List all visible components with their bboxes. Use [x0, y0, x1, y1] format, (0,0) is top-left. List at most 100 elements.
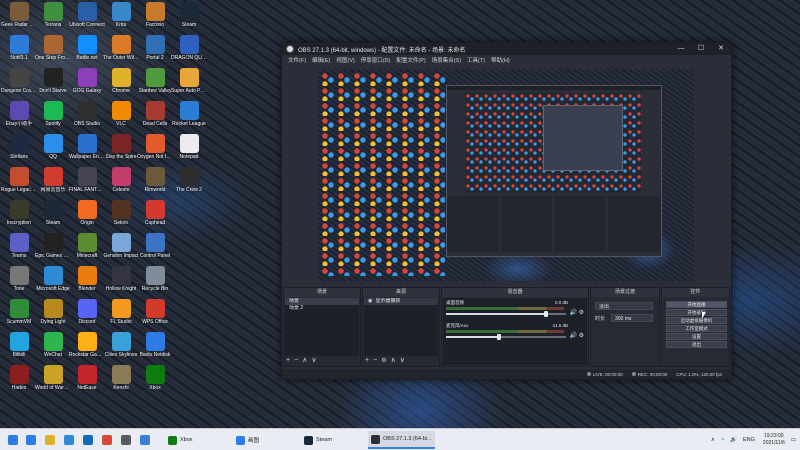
desktop-icon[interactable]: WPS Office	[138, 299, 172, 335]
volume-slider[interactable]	[446, 334, 566, 340]
desktop-icon[interactable]: Rimworld	[138, 167, 172, 203]
desktop-icon[interactable]: 网易云音乐	[36, 167, 70, 203]
desktop-icon[interactable]: Cuphead	[138, 200, 172, 236]
menu-edit[interactable]: 编辑(E)	[312, 56, 330, 64]
notification-icon[interactable]: ▭	[791, 437, 796, 443]
desktop-icon[interactable]: Dying Light	[36, 299, 70, 335]
taskbar-app-xbox[interactable]: Xbox	[168, 431, 193, 449]
desktop-icon[interactable]: Control Panel	[138, 233, 172, 269]
desktop-icon[interactable]: One Step From Eden	[35, 35, 71, 71]
desktop-icon[interactable]: Discord	[70, 299, 104, 335]
desktop-icon[interactable]: Notif3.1	[2, 35, 36, 71]
desktop-icon[interactable]: Notepad	[172, 134, 206, 170]
desktop-icon[interactable]: Steam	[36, 200, 70, 236]
move-source-down-button[interactable]: ∨	[400, 357, 405, 365]
desktop-icon[interactable]: VLC	[104, 101, 138, 137]
clock[interactable]: 19:23:00 2021/11/6	[763, 433, 785, 447]
start-streaming-button[interactable]: 开始直播	[666, 301, 727, 308]
desktop-icon[interactable]: ScummVM	[2, 299, 36, 335]
desktop-icon[interactable]: Rogue Legacy 2	[1, 167, 37, 203]
maximize-button[interactable]: ☐	[691, 43, 711, 55]
desktop-icon[interactable]: The Crew 2	[172, 167, 206, 203]
source-settings-gear-icon[interactable]: ⚙	[381, 357, 386, 365]
close-button[interactable]: ✕	[711, 43, 731, 55]
obs-titlebar[interactable]: OBS 27.1.3 (64-bit, windows) - 配置文件: 未命名…	[282, 43, 731, 55]
desktop-icon[interactable]: Kenshi	[104, 365, 138, 401]
desktop-icon[interactable]: Don't Starve	[36, 68, 70, 104]
duration-input[interactable]: 300 ms	[611, 314, 653, 322]
scene-item[interactable]: 场景 2	[285, 305, 359, 312]
desktop-icon[interactable]: Tone	[2, 266, 36, 302]
transition-type-select[interactable]: 淡出	[595, 302, 653, 310]
desktop-icon[interactable]: Spotify	[36, 101, 70, 137]
pinned-app-icon[interactable]	[102, 435, 112, 445]
desktop-icon[interactable]: Ubisoft Connect	[69, 2, 105, 38]
desktop-icon[interactable]: FINAL FANTASY XIV	[69, 167, 105, 203]
add-scene-button[interactable]: +	[286, 357, 290, 365]
desktop-icon[interactable]: OBS Studio	[70, 101, 104, 137]
pinned-app-icon[interactable]	[26, 435, 36, 445]
desktop-icon[interactable]: Hollow Knight	[104, 266, 138, 302]
desktop-icon[interactable]: Epic Games Launcher	[35, 233, 71, 269]
desktop-icon[interactable]: Microsoft Edge	[36, 266, 70, 302]
desktop-icon[interactable]: Oxygen Not Included	[137, 134, 173, 170]
studio-mode-button[interactable]: 工作室模式	[666, 325, 727, 332]
menu-tools[interactable]: 工具(T)	[467, 56, 485, 64]
desktop-icon[interactable]: Terraria	[36, 2, 70, 38]
volume-slider-handle[interactable]	[496, 334, 501, 340]
desktop-icon[interactable]: Slay the Spire	[104, 134, 138, 170]
desktop-icon[interactable]: Chrome	[104, 68, 138, 104]
desktop-icon[interactable]: Steam	[172, 2, 206, 38]
desktop-icon[interactable]: Dungeon Crawl Stone Soup	[1, 68, 37, 104]
desktop-icon[interactable]: GOG Galaxy	[70, 68, 104, 104]
start-recording-button[interactable]: 开始录制	[666, 309, 727, 316]
desktop-icon[interactable]: Battle.net	[70, 35, 104, 71]
source-item[interactable]: ◉ 显示器捕获	[364, 298, 438, 305]
gear-icon[interactable]: ⚙	[579, 309, 584, 316]
tray-expand-icon[interactable]: ∧	[711, 437, 715, 443]
move-scene-down-button[interactable]: ∨	[311, 357, 316, 365]
desktop-icon[interactable]: Baidu Netdisk	[138, 332, 172, 368]
desktop-icon[interactable]: Super Auto Pets	[171, 68, 207, 104]
volume-slider-handle[interactable]	[543, 311, 548, 317]
desktop-icon[interactable]: Hades	[2, 365, 36, 401]
menu-file[interactable]: 文件(F)	[288, 56, 306, 64]
exit-button[interactable]: 退出	[666, 341, 727, 348]
remove-scene-button[interactable]: −	[294, 357, 298, 365]
desktop-icon[interactable]: Ebay小助手	[2, 101, 36, 137]
menu-docks[interactable]: 停靠窗口(D)	[361, 56, 391, 64]
obs-window[interactable]: OBS 27.1.3 (64-bit, windows) - 配置文件: 未命名…	[281, 42, 732, 380]
pinned-app-icon[interactable]	[64, 435, 74, 445]
desktop-icon[interactable]: Krita	[104, 2, 138, 38]
desktop-icon[interactable]: Rocket League	[172, 101, 206, 137]
taskbar-app-obs[interactable]: OBS 27.1.3 (64-bi...	[368, 431, 435, 449]
pinned-app-icon[interactable]	[45, 435, 55, 445]
desktop-icon[interactable]: Bilibili	[2, 332, 36, 368]
desktop-icon[interactable]: Factorio	[138, 2, 172, 38]
desktop-icon[interactable]: Blender	[70, 266, 104, 302]
desktop-icon[interactable]: Wallpaper Engine	[69, 134, 105, 170]
volume-slider[interactable]	[446, 311, 566, 317]
desktop-icon[interactable]: FL Studio	[104, 299, 138, 335]
start-button-icon[interactable]	[8, 435, 18, 445]
start-virtual-camera-button[interactable]: 启动虚拟摄像机	[666, 317, 727, 324]
move-scene-up-button[interactable]: ∧	[302, 357, 307, 365]
pinned-app-icon[interactable]	[140, 435, 150, 445]
speaker-icon[interactable]: 🔊	[570, 332, 577, 339]
move-source-up-button[interactable]: ∧	[391, 357, 396, 365]
menu-profile[interactable]: 配置文件(P)	[396, 56, 425, 64]
desktop-icon[interactable]: Portal 2	[138, 35, 172, 71]
gear-icon[interactable]: ⚙	[579, 332, 584, 339]
settings-button[interactable]: 设置	[666, 333, 727, 340]
desktop-icon[interactable]: Stardew Valley	[138, 68, 172, 104]
desktop-icon[interactable]: NetEase	[70, 365, 104, 401]
desktop-icon[interactable]: Stellaris	[2, 134, 36, 170]
desktop-icon[interactable]: Minecraft	[70, 233, 104, 269]
desktop-icon[interactable]: DRAGON QUEST XI	[171, 35, 207, 71]
network-icon[interactable]: ◔	[721, 437, 724, 443]
desktop-icon[interactable]: Dead Cells	[138, 101, 172, 137]
desktop-icon[interactable]: Cities Skylines	[104, 332, 138, 368]
desktop-icon[interactable]: Rockstar Games	[69, 332, 105, 368]
desktop-icon[interactable]: QQ	[36, 134, 70, 170]
desktop-icon[interactable]: Inscryption	[2, 200, 36, 236]
